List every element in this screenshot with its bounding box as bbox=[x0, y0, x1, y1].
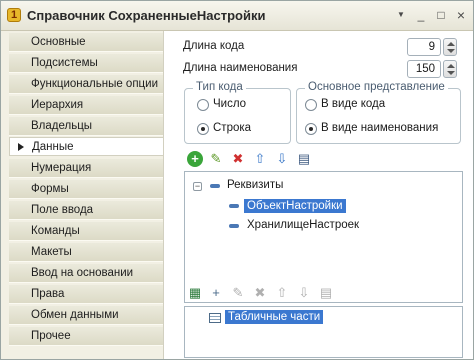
sidebar: Основные Подсистемы Функциональные опции… bbox=[9, 31, 164, 359]
sidebar-item-komandy[interactable]: Команды bbox=[9, 222, 163, 241]
app-icon: 1 bbox=[7, 8, 21, 22]
sidebar-item-vladelcy[interactable]: Владельцы bbox=[9, 117, 163, 136]
collapse-icon[interactable]: − bbox=[193, 182, 202, 191]
table-icon bbox=[209, 313, 221, 323]
sort-icon[interactable]: ▤ bbox=[296, 151, 312, 167]
tree-item-hranilishche-nastroek[interactable]: ХранилищеНастроек bbox=[247, 219, 359, 231]
title-bar: 1 Справочник СохраненныеНастройки ▼ _ □ … bbox=[1, 1, 473, 31]
active-arrow-icon bbox=[18, 143, 24, 151]
sidebar-item-label: Функциональные опции bbox=[31, 78, 158, 90]
sidebar-item-osnovnye[interactable]: Основные bbox=[9, 33, 163, 52]
sidebar-item-label: Обмен данными bbox=[31, 309, 119, 321]
radio-code-string-label[interactable]: Строка bbox=[213, 122, 251, 134]
attributes-tree: − Реквизиты ОбъектНастройки ХранилищеНас… bbox=[184, 171, 463, 303]
sidebar-item-funkcionalnye-opcii[interactable]: Функциональные опции bbox=[9, 75, 163, 94]
main-view-group: Основное представление В виде кода В вид… bbox=[296, 81, 461, 144]
sidebar-item-makety[interactable]: Макеты bbox=[9, 243, 163, 262]
sidebar-item-formy[interactable]: Формы bbox=[9, 180, 163, 199]
radio-code-number[interactable] bbox=[197, 99, 209, 111]
code-type-group: Тип кода Число Строка bbox=[184, 81, 291, 144]
attribute-icon bbox=[229, 224, 239, 228]
code-type-title: Тип кода bbox=[193, 81, 246, 93]
sidebar-item-prava[interactable]: Права bbox=[9, 285, 163, 304]
sidebar-item-obmen-dannymi[interactable]: Обмен данными bbox=[9, 306, 163, 325]
sidebar-item-label: Ввод на основании bbox=[31, 267, 134, 279]
window-title: Справочник СохраненныеНастройки bbox=[27, 8, 266, 23]
radio-view-name-label[interactable]: В виде наименования bbox=[321, 122, 438, 134]
sidebar-item-vvod-na-osnovanii[interactable]: Ввод на основании bbox=[9, 264, 163, 283]
window-menu-button[interactable]: ▼ bbox=[393, 8, 409, 23]
radio-code-string[interactable] bbox=[197, 123, 209, 135]
sidebar-item-label: Иерархия bbox=[31, 99, 84, 111]
edit-icon: ✎ bbox=[232, 285, 244, 300]
sidebar-item-pole-vvoda[interactable]: Поле ввода bbox=[9, 201, 163, 220]
tree-item-tablichnye-chasti[interactable]: Табличные части bbox=[225, 310, 324, 324]
code-length-label: Длина кода bbox=[183, 40, 245, 52]
sidebar-item-label: Команды bbox=[31, 225, 80, 237]
settings-window: 1 Справочник СохраненныеНастройки ▼ _ □ … bbox=[0, 0, 474, 360]
spin-up-icon bbox=[447, 42, 455, 46]
spin-down-icon bbox=[447, 49, 455, 53]
code-length-stepper[interactable] bbox=[443, 38, 457, 56]
spin-down-icon bbox=[447, 71, 455, 75]
sidebar-item-label: Владельцы bbox=[31, 120, 93, 132]
move-up-icon[interactable]: ⇧ bbox=[252, 151, 268, 167]
radio-code-number-label[interactable]: Число bbox=[213, 98, 246, 110]
sidebar-item-label: Основные bbox=[31, 36, 86, 48]
name-length-input[interactable]: 150 bbox=[407, 60, 441, 78]
attribute-icon bbox=[229, 204, 239, 208]
data-panel: Длина кода 9 Длина наименования 150 Тип … bbox=[163, 31, 473, 359]
attributes-group-icon bbox=[210, 184, 220, 188]
sidebar-item-label: Подсистемы bbox=[31, 57, 98, 69]
code-length-input[interactable]: 9 bbox=[407, 38, 441, 56]
edit-icon[interactable]: ✎ bbox=[208, 151, 224, 167]
name-length-value: 150 bbox=[415, 63, 435, 75]
add-icon[interactable]: + bbox=[187, 151, 203, 167]
sidebar-item-label: Прочее bbox=[31, 330, 71, 342]
tree-item-obekt-nastroiki[interactable]: ОбъектНастройки bbox=[244, 199, 346, 213]
delete-icon: ✖ bbox=[254, 285, 266, 300]
move-down-icon[interactable]: ⇩ bbox=[274, 151, 290, 167]
sidebar-item-numeraciya[interactable]: Нумерация bbox=[9, 159, 163, 178]
radio-view-code[interactable] bbox=[305, 99, 317, 111]
tree-item-rekvizity[interactable]: Реквизиты bbox=[227, 179, 283, 191]
move-up-icon: ⇧ bbox=[276, 285, 288, 300]
move-down-icon: ⇩ bbox=[298, 285, 310, 300]
main-view-title: Основное представление bbox=[305, 81, 448, 93]
sidebar-item-label: Формы bbox=[31, 183, 69, 195]
sidebar-item-label: Поле ввода bbox=[31, 204, 94, 216]
minimize-button[interactable]: _ bbox=[413, 8, 429, 23]
sidebar-item-dannye[interactable]: Данные bbox=[9, 137, 164, 156]
add-table-icon[interactable]: ▦ bbox=[187, 285, 203, 301]
sidebar-item-label: Права bbox=[31, 288, 65, 300]
spin-up-icon bbox=[447, 64, 455, 68]
radio-view-code-label[interactable]: В виде кода bbox=[321, 98, 385, 110]
sidebar-item-prochee[interactable]: Прочее bbox=[9, 327, 163, 346]
sidebar-item-label: Макеты bbox=[31, 246, 72, 258]
sidebar-item-podsistemy[interactable]: Подсистемы bbox=[9, 54, 163, 73]
close-button[interactable]: × bbox=[453, 8, 469, 23]
name-length-label: Длина наименования bbox=[183, 62, 298, 74]
code-length-value: 9 bbox=[428, 41, 435, 53]
delete-icon[interactable]: ✖ bbox=[230, 151, 246, 167]
sort-icon: ▤ bbox=[319, 285, 333, 300]
sidebar-item-label: Данные bbox=[32, 141, 74, 153]
tabular-parts-tree: Табличные части bbox=[184, 306, 463, 358]
add-attribute-icon[interactable]: + bbox=[208, 285, 224, 301]
maximize-button[interactable]: □ bbox=[433, 8, 449, 23]
name-length-stepper[interactable] bbox=[443, 60, 457, 78]
sidebar-item-ierarhiya[interactable]: Иерархия bbox=[9, 96, 163, 115]
sidebar-item-label: Нумерация bbox=[31, 162, 92, 174]
radio-view-name[interactable] bbox=[305, 123, 317, 135]
